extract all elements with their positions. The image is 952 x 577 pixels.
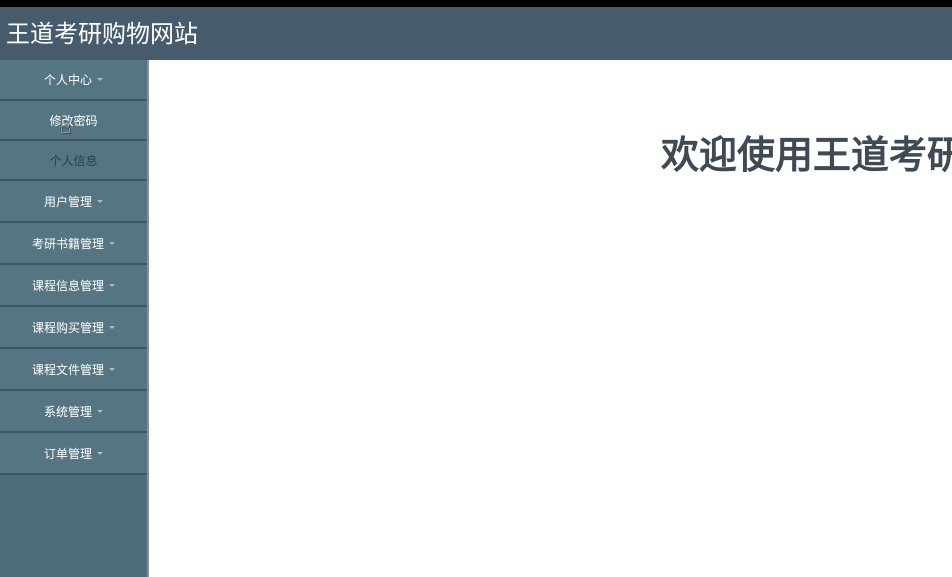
sidebar-subitem-label: 修改密码 <box>49 113 98 128</box>
sidebar-item-order-management[interactable]: 订单管理 <box>0 433 147 475</box>
sidebar-item-label: 个人中心 <box>43 73 92 87</box>
welcome-heading: 欢迎使用王道考研购物网站 <box>661 133 952 177</box>
sidebar-item-label: 订单管理 <box>43 446 92 461</box>
caret-down-icon <box>97 409 103 413</box>
top-bar: 王道考研购物网站 <box>0 7 952 60</box>
sidebar-item-course-file-management[interactable]: 课程文件管理 <box>0 349 147 391</box>
caret-down-icon <box>109 325 115 329</box>
caret-down-icon <box>109 283 115 287</box>
sidebar-item-label: 用户管理 <box>43 194 92 209</box>
sidebar-item-user-management[interactable]: 用户管理 <box>0 181 147 223</box>
caret-down-icon <box>97 78 103 81</box>
sidebar: 个人中心 修改密码 个人信息 用户管理 考研书籍管理 课程信息管理 课程购买管理… <box>0 60 149 577</box>
main-content: 欢迎使用王道考研购物网站 <box>149 60 952 577</box>
sidebar-item-course-purchase-management[interactable]: 课程购买管理 <box>0 307 147 349</box>
sidebar-item-label: 课程信息管理 <box>31 278 104 293</box>
sidebar-subitem-label: 个人信息 <box>49 153 98 168</box>
sidebar-subitem-personal-info[interactable]: 个人信息 <box>0 141 147 181</box>
sidebar-item-label: 课程文件管理 <box>31 362 104 377</box>
sidebar-item-personal-center[interactable]: 个人中心 <box>0 60 147 101</box>
sidebar-item-label: 系统管理 <box>43 404 92 419</box>
caret-down-icon <box>97 199 103 203</box>
sidebar-item-system-management[interactable]: 系统管理 <box>0 391 147 433</box>
hand-pointer-icon: ☝ <box>60 117 71 138</box>
sidebar-item-book-management[interactable]: 考研书籍管理 <box>0 223 147 265</box>
sidebar-item-label: 考研书籍管理 <box>31 236 104 251</box>
site-title: 王道考研购物网站 <box>6 20 198 48</box>
sidebar-item-course-info-management[interactable]: 课程信息管理 <box>0 265 147 307</box>
caret-down-icon <box>109 241 115 245</box>
caret-down-icon <box>109 367 115 371</box>
caret-down-icon <box>97 451 103 455</box>
sidebar-subitem-change-password[interactable]: 修改密码 <box>0 101 147 141</box>
sidebar-item-label: 课程购买管理 <box>31 320 104 335</box>
